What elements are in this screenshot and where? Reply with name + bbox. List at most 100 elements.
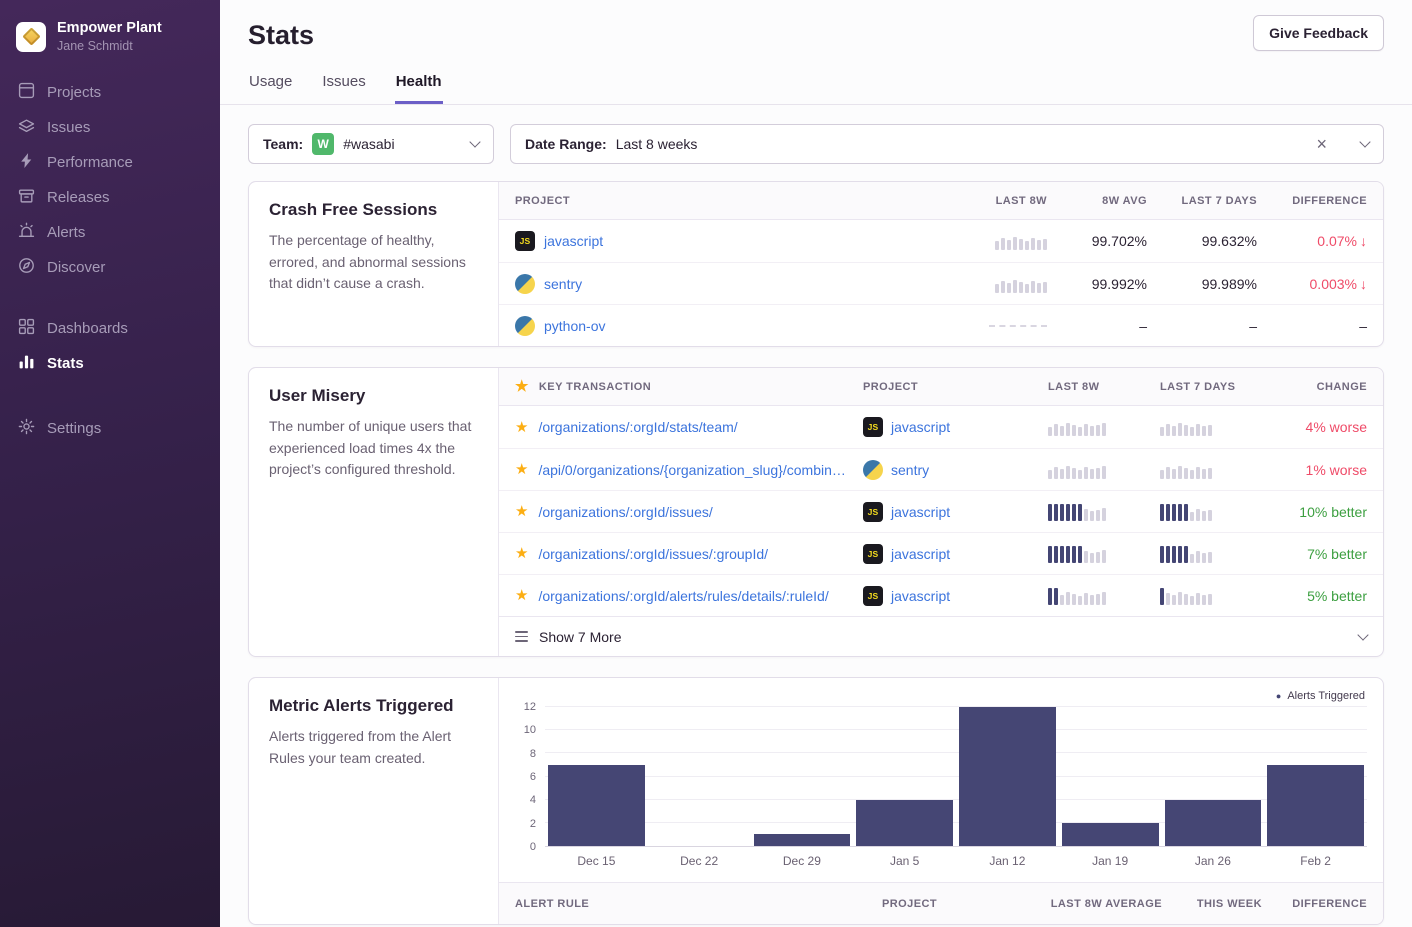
tab-usage[interactable]: Usage [248,71,293,104]
change-value: 4% worse [1272,419,1367,435]
sidebar-item-settings[interactable]: Settings [0,411,220,446]
sidebar-item-label: Performance [47,154,133,171]
date-range-label: Date Range: [525,136,607,152]
table-row: JS javascript 99.702% 99.632% 0.07%↓ [499,220,1383,262]
sidebar-item-label: Alerts [47,224,85,241]
project-link[interactable]: javascript [891,504,950,520]
table-row: ★ /organizations/:orgId/stats/team/ JS ja… [499,406,1383,448]
difference-value: 0.003%↓ [1257,276,1367,292]
column-header: PROJECT [863,381,1048,393]
projects-icon [18,82,35,103]
team-avatar: W [312,133,334,155]
project-link[interactable]: javascript [891,546,950,562]
sidebar-item-performance[interactable]: Performance [0,145,220,180]
key-transaction-star-icon[interactable]: ★ [515,504,528,519]
legend-dot-icon: ● [1276,692,1281,701]
project-link[interactable]: javascript [544,233,603,249]
column-header: 8W AVG [1047,195,1147,207]
sparkline [1160,418,1212,436]
discover-icon [18,257,35,278]
column-header: PROJECT [515,195,927,207]
chart-bar [754,834,851,846]
last7-value: – [1147,318,1257,334]
alert-rules-table-header: ALERT RULE PROJECT LAST 8W AVERAGE THIS … [499,882,1383,924]
project-link[interactable]: sentry [544,276,582,292]
panel-title: User Misery [269,386,478,406]
chart-legend[interactable]: ● Alerts Triggered [515,690,1367,702]
project-link[interactable]: javascript [891,588,950,604]
sparkline [1048,587,1106,605]
give-feedback-button[interactable]: Give Feedback [1253,15,1384,51]
javascript-icon: JS [515,231,535,251]
sidebar-item-dashboards[interactable]: Dashboards [0,311,220,346]
table-row: ★ /organizations/:orgId/issues/:groupId/… [499,532,1383,574]
column-header: LAST 7 DAYS [1147,195,1257,207]
sidebar-item-alerts[interactable]: Alerts [0,215,220,250]
tab-issues[interactable]: Issues [321,71,366,104]
change-value: 5% better [1272,588,1367,604]
project-link[interactable]: javascript [891,419,950,435]
column-header: DIFFERENCE [1262,898,1367,910]
sparkline [1160,545,1212,563]
alerts-chart: ● Alerts Triggered 024681012 Dec 15Dec 2… [499,678,1383,868]
key-transaction-star-icon[interactable]: ★ [515,462,528,477]
panel-subtitle: The percentage of healthy, errored, and … [269,230,478,295]
org-switcher[interactable]: Empower Plant Jane Schmidt [0,16,220,75]
star-icon: ★ [515,379,529,394]
app: Empower Plant Jane Schmidt Projects Issu… [0,0,1412,927]
show-more-label: Show 7 More [539,629,621,645]
last7-value: 99.632% [1147,233,1257,249]
sidebar-item-releases[interactable]: Releases [0,180,220,215]
team-select[interactable]: Team: W #wasabi [248,124,494,164]
lightning-icon [18,152,35,173]
team-select-label: Team: [263,136,303,152]
table-row: ★ /organizations/:orgId/alerts/rules/det… [499,574,1383,616]
avg-value: 99.992% [1047,276,1147,292]
javascript-icon: JS [863,417,883,437]
sidebar-item-label: Projects [47,84,101,101]
avg-value: 99.702% [1047,233,1147,249]
date-range-value: Last 8 weeks [616,136,698,152]
user-name: Jane Schmidt [57,39,162,53]
chevron-down-icon [469,136,480,147]
key-transaction-star-icon[interactable]: ★ [515,420,528,435]
sidebar-item-projects[interactable]: Projects [0,75,220,110]
chevron-down-icon [1357,629,1368,640]
sparkline [1160,503,1212,521]
key-transaction-star-icon[interactable]: ★ [515,588,528,603]
crash-free-sessions-panel: Crash Free Sessions The percentage of he… [248,181,1384,347]
column-header: CHANGE [1272,381,1367,393]
sidebar-item-stats[interactable]: Stats [0,346,220,381]
transaction-link[interactable]: /organizations/:orgId/stats/team/ [538,419,737,435]
sidebar-item-label: Stats [47,355,84,372]
transaction-link[interactable]: /organizations/:orgId/issues/ [538,504,712,520]
sidebar-item-discover[interactable]: Discover [0,250,220,285]
sidebar-item-label: Dashboards [47,320,128,337]
project-link[interactable]: sentry [891,462,929,478]
show-more-button[interactable]: Show 7 More [499,616,1383,656]
transaction-link[interactable]: /organizations/:orgId/issues/:groupId/ [538,546,768,562]
sidebar-item-issues[interactable]: Issues [0,110,220,145]
chart-bar [1165,800,1262,846]
sparkline [995,275,1047,293]
content: Team: W #wasabi Date Range: Last 8 weeks… [220,105,1412,927]
project-link[interactable]: python-ov [544,318,605,334]
chart-bar [959,707,1056,846]
transaction-link[interactable]: /organizations/:orgId/alerts/rules/detai… [538,588,828,604]
main: Stats Give Feedback Usage Issues Health … [220,0,1412,927]
python-icon [515,274,535,294]
panel-description: User Misery The number of unique users t… [249,368,499,656]
user-misery-panel: User Misery The number of unique users t… [248,367,1384,657]
tab-health[interactable]: Health [395,71,443,104]
column-header: KEY TRANSACTION [539,381,651,393]
key-transaction-star-icon[interactable]: ★ [515,546,528,561]
sidebar-nav-primary: Projects Issues Performance Releases Ale… [0,75,220,285]
user-misery-table: ★KEY TRANSACTION PROJECT LAST 8W LAST 7 … [499,368,1383,656]
transaction-link[interactable]: /api/0/organizations/{organization_slug}… [538,462,851,478]
date-range-select[interactable]: Date Range: Last 8 weeks × [510,124,1384,164]
sparkline [1048,418,1106,436]
python-icon [515,316,535,336]
avg-value: – [1047,318,1147,334]
clear-date-icon[interactable]: × [1314,135,1329,153]
javascript-icon: JS [863,502,883,522]
